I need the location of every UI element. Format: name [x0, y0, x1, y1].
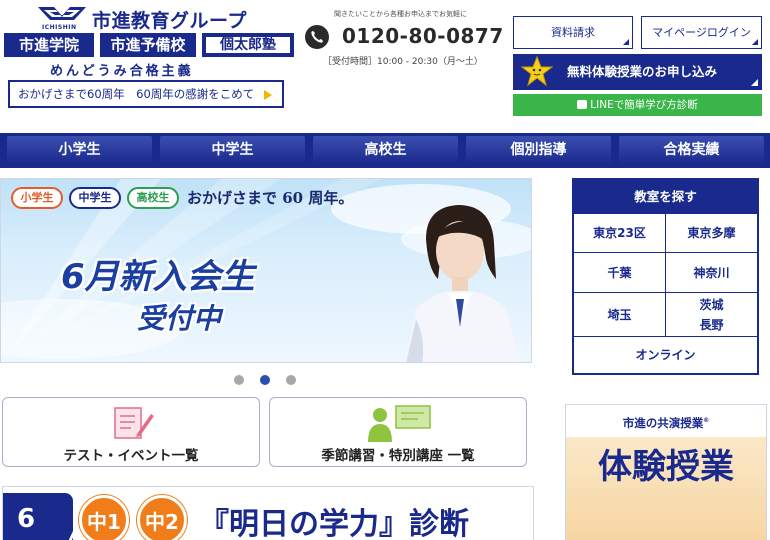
brand-kotarojuku-label: 個太郎塾 [206, 37, 290, 53]
brand-ichishin-yobiko[interactable]: 市進予備校 [100, 33, 196, 57]
area-nagano: 長野 [699, 317, 724, 332]
triangle-right-icon [264, 90, 272, 100]
area-kanagawa[interactable]: 神奈川 [666, 253, 757, 293]
pill-elementary: 小学生 [11, 187, 63, 209]
promo-title: 体験授業 [598, 447, 734, 487]
carousel-dot[interactable] [286, 375, 296, 385]
hero-anniversary: おかげさまで 60 周年。 [187, 189, 354, 207]
seasonal-courses-link[interactable]: 季節講習・特別講座 一覧 [269, 397, 527, 467]
nav-high-school[interactable]: 高校生 [313, 136, 458, 164]
nav-junior-high[interactable]: 中学生 [160, 136, 305, 164]
classroom-finder: 教室を探す 東京23区 東京多摩 千葉 神奈川 埼玉 茨城 長野 オンライン [572, 178, 759, 375]
teacher-board-icon [368, 405, 431, 442]
star-mascot-icon [521, 56, 553, 87]
area-ibaraki: 茨城 [699, 297, 724, 312]
corner-arrow-icon [751, 79, 758, 86]
banner-date: 6 [3, 493, 73, 540]
logo-sub-text: ICHISHIN [42, 24, 77, 31]
free-trial-button[interactable]: 無料体験授業のお申し込み [513, 54, 762, 90]
anniversary-text: おかげさまで60周年 60周年の感謝をこめて [18, 87, 255, 101]
document-pen-icon [114, 407, 154, 439]
registered-mark: ® [703, 417, 710, 424]
phone-number[interactable]: 0120-80-0877 [342, 24, 504, 48]
carousel-dot-active[interactable] [260, 375, 270, 385]
student-photo [406, 205, 521, 362]
brand-ichishin-gakuin[interactable]: 市進学院 [4, 33, 94, 57]
nav-elementary[interactable]: 小学生 [7, 136, 152, 164]
main-nav: 小学生 中学生 高校生 個別指導 合格実績 [0, 133, 770, 168]
area-saitama[interactable]: 埼玉 [574, 293, 666, 337]
promo-heading: 市進の共演授業® [566, 405, 766, 437]
area-tokyo-23[interactable]: 東京23区 [574, 214, 666, 253]
test-events-label: テスト・イベント一覧 [63, 448, 199, 464]
corner-arrow-icon [752, 39, 758, 45]
corner-arrow-icon [623, 39, 629, 45]
carousel-dot[interactable] [234, 375, 244, 385]
mypage-login-label: マイページログイン [652, 26, 751, 39]
area-chiba[interactable]: 千葉 [574, 253, 666, 293]
mypage-login-button[interactable]: マイページログイン [641, 16, 762, 49]
line-diagnosis-label: LINEで簡単学び方診断 [590, 99, 698, 111]
nav-individual[interactable]: 個別指導 [466, 136, 611, 164]
test-events-link[interactable]: テスト・イベント一覧 [2, 397, 260, 467]
hero-banner[interactable]: 小学生 中学生 高校生 おかげさまで 60 周年。 6月新入会生 受付中 [0, 178, 532, 363]
brand-kotarojuku[interactable]: 個太郎塾 [202, 33, 294, 57]
contact-note: 聞きたいことから各種お申込までお気軽に [334, 10, 467, 18]
trial-class-promo[interactable]: 市進の共演授業® 体験授業 [565, 404, 767, 540]
logo-group-name: 市進教育グループ [92, 10, 247, 32]
grade-badge-1: 中1 [79, 495, 129, 540]
area-online[interactable]: オンライン [574, 337, 757, 373]
diagnosis-banner[interactable]: 6 中1 中2 『明日の学力』診断 [2, 486, 534, 540]
diagnosis-title: 『明日の学力』診断 [199, 507, 469, 540]
brand-list: 市進学院 市進予備校 個太郎塾 [4, 33, 294, 57]
promo-heading-text: 市進の共演授業 [622, 415, 704, 430]
pill-junior-high: 中学生 [69, 187, 121, 209]
seasonal-courses-label: 季節講習・特別講座 一覧 [321, 448, 475, 464]
free-trial-label: 無料体験授業のお申し込み [567, 64, 718, 79]
area-ibaraki-nagano[interactable]: 茨城 長野 [666, 293, 757, 337]
business-hours: ［受付時間］10:00 - 20:30（月～土） [323, 57, 483, 67]
anniversary-link[interactable]: おかげさまで60周年 60周年の感謝をこめて [8, 80, 284, 108]
document-request-label: 資料請求 [551, 26, 595, 39]
hero-subheadline: 受付中 [137, 302, 222, 335]
hero-headline: 6月新入会生 [61, 257, 255, 297]
phone-icon [305, 25, 329, 49]
area-tokyo-tama[interactable]: 東京多摩 [666, 214, 757, 253]
site-logo[interactable]: ICHISHIN 市進教育グループ [36, 4, 256, 32]
line-diagnosis-button[interactable]: LINEで簡単学び方診断 [513, 94, 762, 116]
document-request-button[interactable]: 資料請求 [513, 16, 633, 49]
tagline: めんどうみ合格主義 [50, 64, 194, 79]
classroom-finder-title: 教室を探す [574, 180, 757, 214]
line-app-icon [577, 100, 588, 109]
carousel-dots [232, 374, 302, 386]
grade-badge-2: 中2 [137, 495, 187, 540]
pill-high-school: 高校生 [127, 187, 179, 209]
nav-results[interactable]: 合格実績 [619, 136, 764, 164]
